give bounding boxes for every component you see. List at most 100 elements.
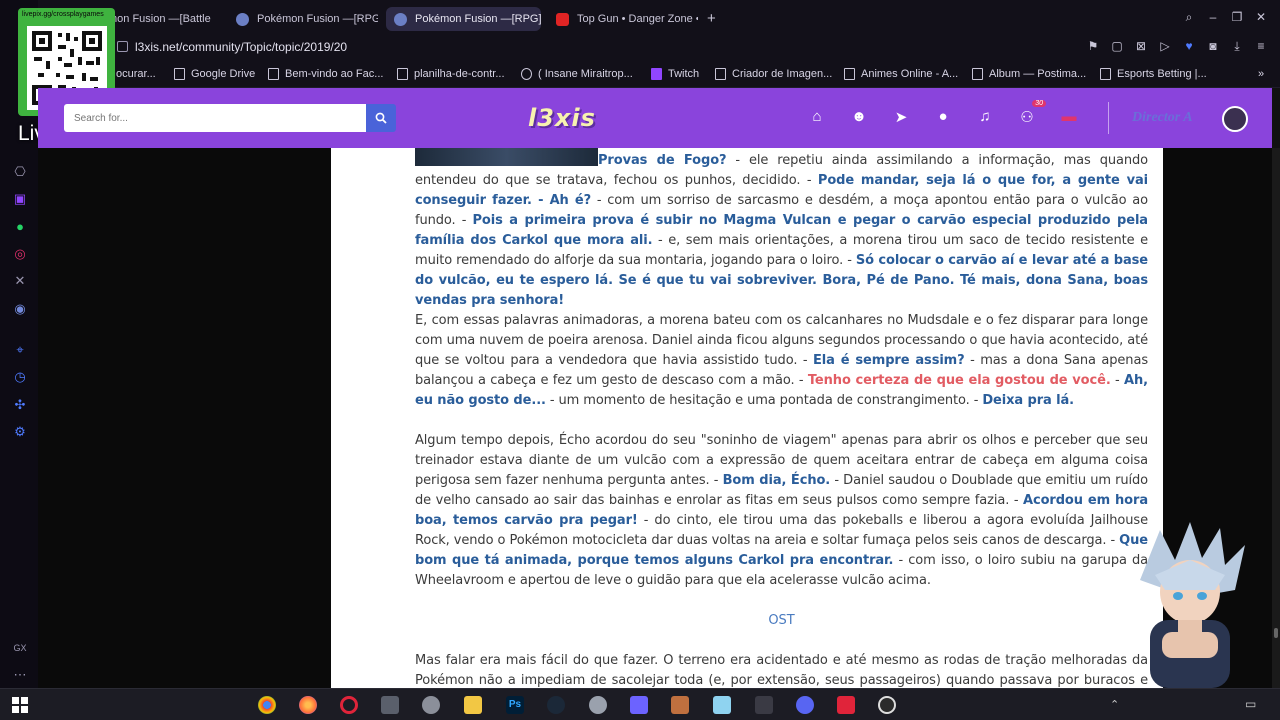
bookmark-item[interactable]: Twitch [651,68,699,80]
tab-title: mon Fusion —[Battle [108,13,211,25]
windows-start-icon[interactable] [12,697,28,713]
url-field[interactable]: l3xis.net/community/Topic/topic/2019/20 [135,40,347,54]
notification-badge: 30 [1032,100,1046,107]
ost-link[interactable]: OST [415,611,1148,631]
site-logo[interactable]: l3xis [528,104,596,132]
bookmark-item[interactable]: Animes Online - A... [844,68,958,80]
more-icon[interactable]: ⋯ [12,667,28,683]
file-icon [715,68,726,80]
app-icon[interactable] [381,696,399,714]
discord-icon[interactable]: ◉ [12,301,28,317]
close-icon[interactable]: ✕ [1254,10,1268,25]
file-icon [972,68,983,80]
browser-tab-active[interactable]: Pokémon Fusion —[RPG] [386,7,541,31]
dialogue-text: Deixa pra lá. [982,393,1074,408]
gamepad-icon[interactable] [630,696,648,714]
history-icon[interactable]: ◷ [12,369,28,385]
gx-icon[interactable]: GX [12,640,28,656]
chatgpt-icon[interactable]: ⎔ [12,164,28,180]
npc-dialogue-text: Tenho certeza de que ela gostou de você. [807,373,1111,388]
app-icon[interactable] [422,696,440,714]
bookmark-item[interactable]: Bem-vindo ao Fac... [268,68,383,80]
app-icon[interactable] [713,696,731,714]
bookmark-item[interactable]: Google Drive [174,68,255,80]
file-icon [174,68,185,80]
bookmark-item[interactable]: ocurar... [116,68,156,80]
username[interactable]: Director A [1132,110,1193,126]
calendar-icon[interactable] [755,696,773,714]
friends-icon[interactable]: ⚇ 30 [1018,100,1046,126]
bookmark-item[interactable]: Esports Betting |... [1100,68,1207,80]
photoshop-icon[interactable]: Ps [506,696,524,714]
menu-icon[interactable]: ≡ [1254,39,1268,54]
search-input[interactable] [64,104,366,132]
settings-icon[interactable]: ⚙ [12,424,28,440]
bookmark-item[interactable]: Criador de Imagen... [715,68,832,80]
narration-text: - [1110,373,1125,388]
page-info-icon[interactable] [117,41,128,52]
search-icon[interactable]: ⌕ [1182,10,1196,25]
browser-tab-2[interactable]: Pokémon Fusion —[RPG] [228,7,378,31]
taskbar: Ps ⌃ ▭ [0,688,1280,720]
tray-chevron-icon[interactable]: ⌃ [1110,698,1119,711]
minimize-icon[interactable]: – [1206,10,1220,25]
x-icon[interactable]: ✕ [12,273,28,289]
firefox-icon[interactable] [299,696,317,714]
file-explorer-icon[interactable] [464,696,482,714]
new-tab-icon[interactable]: + [707,10,716,27]
twitch-icon [651,68,662,80]
play-icon[interactable]: ▷ [1158,39,1172,54]
twitch-icon[interactable]: ▣ [12,191,28,207]
paragraph: E, com essas palavras animadoras, a more… [415,311,1148,411]
scroll-thumb[interactable] [1274,628,1278,638]
search-icon [375,112,387,124]
bell-icon[interactable]: ♫ [976,108,994,126]
pokemon-favicon-icon [394,12,407,26]
obs-icon[interactable] [878,696,896,714]
bookmark-item[interactable]: Album — Postima... [972,68,1086,80]
search-button[interactable] [366,104,396,132]
opera-gx-icon[interactable] [340,696,358,714]
dialogue-text: Bom dia, Écho. [722,473,831,488]
adblock-icon[interactable]: ⊠ [1134,39,1148,54]
app-icon[interactable] [671,696,689,714]
steam-icon[interactable] [547,696,565,714]
profile-icon[interactable]: ◙ [1206,39,1220,54]
file-icon [844,68,855,80]
heart-icon[interactable]: ♥ [1182,39,1196,54]
avatar[interactable] [1222,106,1248,132]
bookmark-item[interactable]: planilha-de-contr... [397,68,505,80]
download-icon[interactable]: ⤓ [1230,39,1244,54]
ticket-icon[interactable]: ▬ [1060,108,1078,126]
user-icon[interactable]: ☻ [850,108,868,126]
header-divider [1108,102,1109,134]
page-scrollbar[interactable] [1272,148,1280,688]
app-icon[interactable] [837,696,855,714]
tab-bar: mon Fusion —[Battle Pokémon Fusion —[RPG… [0,0,1280,36]
app-icon[interactable] [589,696,607,714]
send-icon[interactable]: ➤ [892,108,910,126]
pin-icon[interactable]: ⚑ [1086,39,1100,54]
toolbar-icons: ⚑ ▢ ⊠ ▷ ♥ ◙ ⤓ ≡ [1086,39,1268,54]
browser-tab-1[interactable]: mon Fusion —[Battle [100,7,220,31]
more-bookmarks-icon[interactable]: » [1258,68,1264,80]
paragraph: Mas falar era mais fácil do que fazer. O… [415,651,1148,688]
pin-icon[interactable]: ⌖ [12,342,28,358]
whatsapp-icon[interactable]: ● [12,219,28,235]
snapshot-icon[interactable]: ▢ [1110,39,1124,54]
maximize-icon[interactable]: ❐ [1230,10,1244,25]
pokemon-favicon-icon [236,12,249,26]
browser-tab-4[interactable]: Top Gun • Danger Zone • [548,7,698,31]
post-body: Provas de Fogo? - ele repetiu ainda assi… [415,151,1148,688]
extensions-icon[interactable]: ✣ [12,397,28,413]
home-icon[interactable]: ⌂ [808,108,826,126]
chat-icon[interactable]: ● [934,108,952,126]
chrome-icon[interactable] [258,696,276,714]
qr-title: livepix.gg/crossplaygames [22,11,104,18]
dialogue-text: Ela é sempre assim? [813,353,965,368]
instagram-icon[interactable]: ◎ [12,246,28,262]
address-bar: l3xis.net/community/Topic/topic/2019/20 … [0,36,1280,60]
discord-icon[interactable] [796,696,814,714]
notification-center-icon[interactable]: ▭ [1245,697,1256,711]
bookmark-item[interactable]: ( Insane Miraitrop... [521,68,633,80]
